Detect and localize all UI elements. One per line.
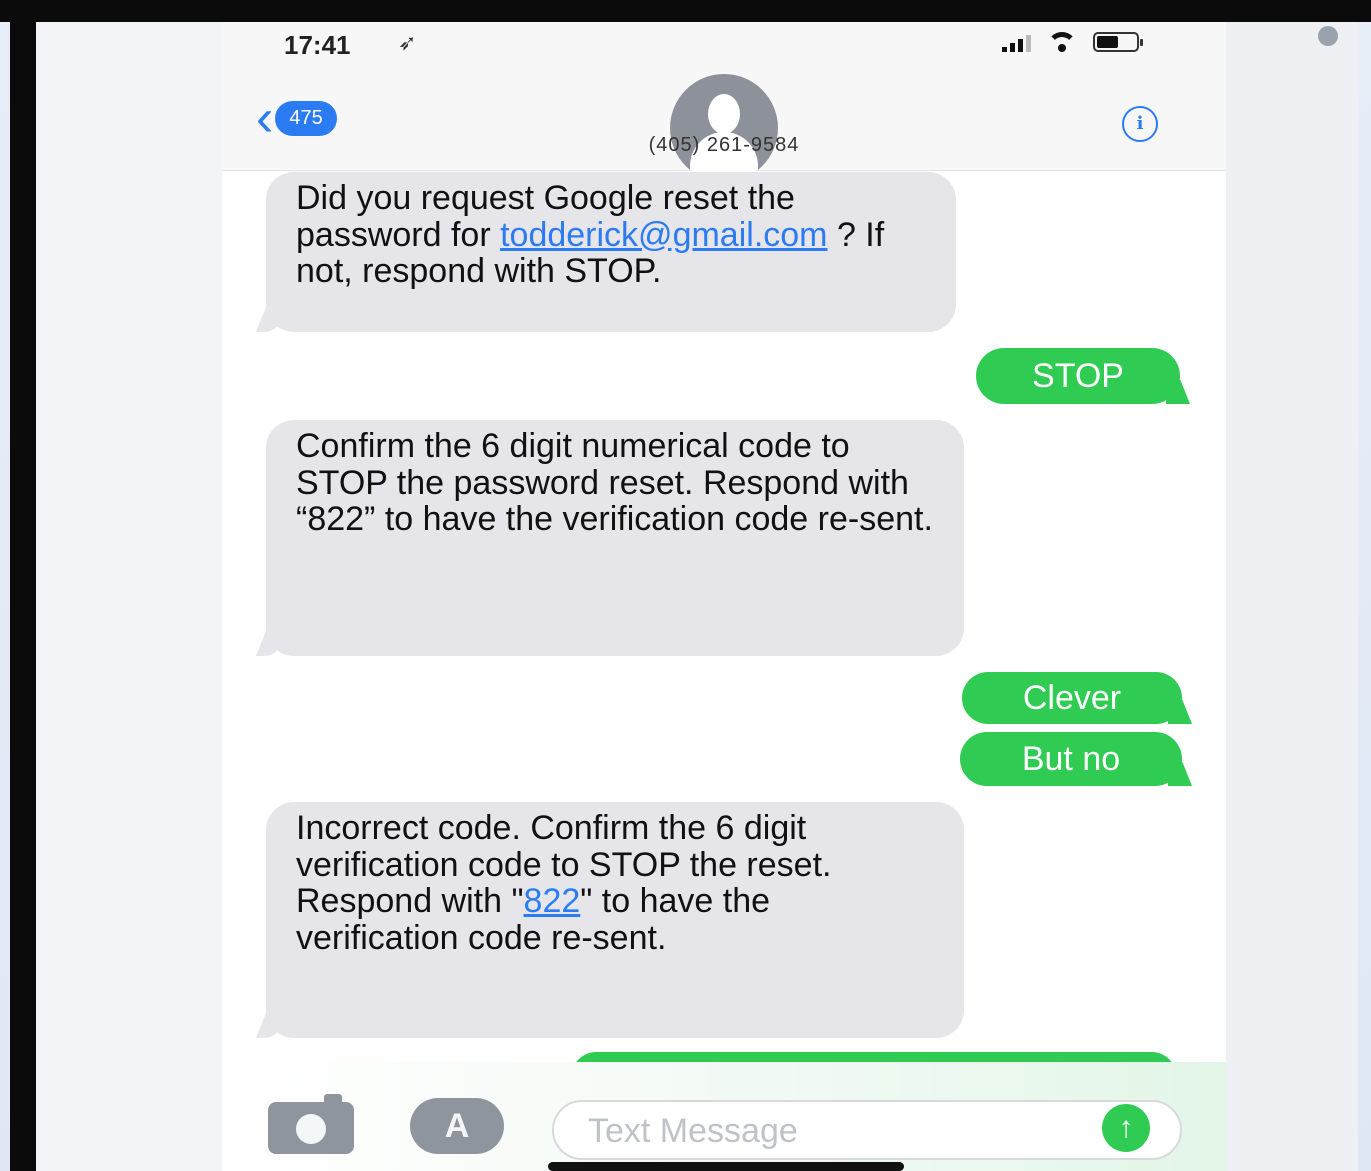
app-store-icon[interactable]: A [410,1098,504,1154]
message-text: Confirm the 6 digit numerical code to ST… [296,427,933,538]
camera-icon[interactable] [268,1094,354,1154]
photo-frame-top [0,0,1371,22]
home-indicator [548,1162,904,1171]
sent-message: Clever [962,672,1182,724]
location-arrow-icon: ➶ [398,30,417,55]
status-time: 17:41 [284,30,351,60]
unread-count-badge: 475 [275,100,337,136]
message-input[interactable] [586,1108,1090,1154]
message-text: But no [1021,740,1121,778]
send-arrow-icon[interactable]: ↑ [1102,1104,1150,1152]
wifi-icon [1047,32,1077,52]
received-message: Confirm the 6 digit numerical code to ST… [266,420,964,656]
battery-icon [1093,32,1143,52]
email-link[interactable]: todderick@gmail.com [500,216,827,254]
cellular-signal-icon [1002,34,1031,52]
battery-level [1097,36,1118,48]
photo-frame-left [10,0,36,1171]
corner-indicator-icon [1318,26,1338,46]
received-message: Did you request Google reset the passwor… [266,172,956,332]
page-margin [1226,22,1358,1171]
sent-message: But no [960,732,1182,786]
info-icon[interactable]: i [1122,106,1158,142]
message-text: Clever [1022,679,1122,717]
message-composer: A ↑ [222,1062,1226,1171]
status-icons [1002,32,1143,52]
contact-number[interactable]: (405) 261-9584 [222,134,1226,157]
message-input-field[interactable] [552,1100,1182,1160]
avatar-head [708,94,740,134]
code-link[interactable]: 822 [524,882,581,920]
conversation-header: 17:41 ➶ ‹ 475 (405) 261-9584 i [222,22,1226,182]
sent-message: STOP [976,348,1180,404]
message-text: STOP [1032,357,1124,395]
received-message: Incorrect code. Confirm the 6 digit veri… [266,802,964,1038]
contact-avatar[interactable] [670,74,778,182]
screenshot-page: 17:41 ➶ ‹ 475 (405) 261-9584 i Did you r… [36,22,1358,1171]
messages-screen: 17:41 ➶ ‹ 475 (405) 261-9584 i Did you r… [222,22,1226,1171]
